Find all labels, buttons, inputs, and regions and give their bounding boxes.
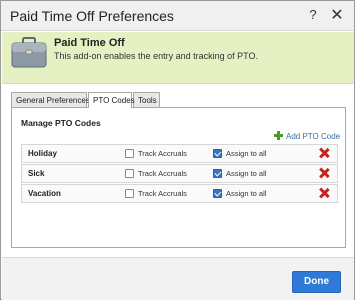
- pto-code-row: Sick Track Accruals Assign to all: [21, 164, 338, 183]
- add-pto-code-label: Add PTO Code: [286, 132, 341, 141]
- pto-codes-panel: Manage PTO Codes Add PTO Code Holiday Tr…: [11, 107, 346, 248]
- add-pto-code-button[interactable]: Add PTO Code: [274, 130, 340, 141]
- track-accruals-label: Track Accruals: [138, 169, 187, 178]
- banner-title: Paid Time Off: [54, 37, 125, 49]
- dialog-footer: Done: [2, 257, 354, 300]
- pto-code-row: Vacation Track Accruals Assign to all: [21, 184, 338, 203]
- done-button[interactable]: Done: [292, 271, 341, 293]
- assign-to-all-label: Assign to all: [226, 169, 267, 178]
- pto-code-name: Sick: [28, 169, 45, 178]
- delete-icon[interactable]: [319, 168, 329, 178]
- panel-heading: Manage PTO Codes: [21, 118, 101, 128]
- assign-to-all-label: Assign to all: [226, 189, 267, 198]
- pto-code-name: Holiday: [28, 149, 57, 158]
- title-bar: Paid Time Off Preferences ? ✕: [1, 1, 354, 31]
- delete-icon[interactable]: [319, 148, 329, 158]
- track-accruals-checkbox[interactable]: [125, 149, 134, 158]
- tab-general-preferences[interactable]: General Preferences: [11, 92, 90, 107]
- track-accruals-label: Track Accruals: [138, 189, 187, 198]
- track-accruals-checkbox[interactable]: [125, 169, 134, 178]
- dialog-title: Paid Time Off Preferences: [10, 8, 174, 24]
- banner-description: This add-on enables the entry and tracki…: [54, 51, 258, 61]
- pto-code-list: Holiday Track Accruals Assign to all Sic…: [21, 144, 338, 204]
- plus-icon: [274, 131, 283, 140]
- close-button[interactable]: ✕: [329, 5, 345, 24]
- delete-icon[interactable]: [319, 188, 329, 198]
- help-button[interactable]: ?: [306, 7, 320, 23]
- pto-code-name: Vacation: [28, 189, 61, 198]
- assign-to-all-checkbox[interactable]: [213, 149, 222, 158]
- assign-to-all-label: Assign to all: [226, 149, 267, 158]
- assign-to-all-checkbox[interactable]: [213, 189, 222, 198]
- assign-to-all-checkbox[interactable]: [213, 169, 222, 178]
- track-accruals-label: Track Accruals: [138, 149, 187, 158]
- tab-tools[interactable]: Tools: [133, 92, 160, 107]
- pto-code-row: Holiday Track Accruals Assign to all: [21, 144, 338, 163]
- pto-preferences-dialog: Paid Time Off Preferences ? ✕ Paid Time …: [0, 0, 355, 300]
- addon-banner: Paid Time Off This add-on enables the en…: [2, 32, 354, 84]
- tab-pto-codes[interactable]: PTO Codes: [88, 92, 135, 108]
- briefcase-icon: [11, 37, 47, 68]
- track-accruals-checkbox[interactable]: [125, 189, 134, 198]
